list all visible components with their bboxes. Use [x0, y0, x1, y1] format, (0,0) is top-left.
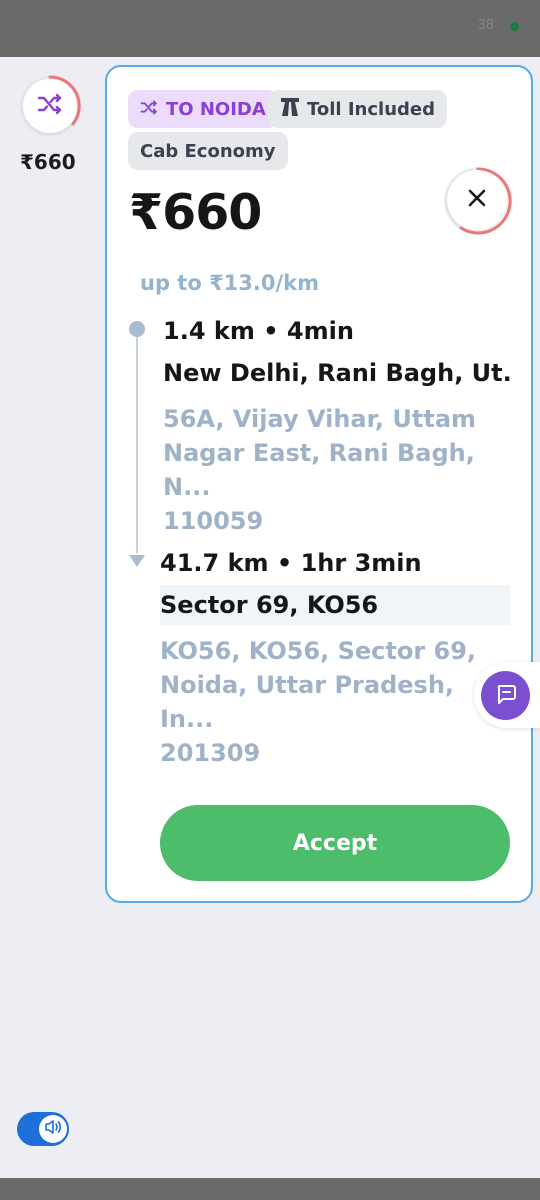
pickup-marker	[129, 321, 145, 337]
speaker-icon	[44, 1119, 62, 1139]
toll-chip: Toll Included	[268, 90, 448, 128]
route-line	[136, 333, 138, 553]
drop-address: KO56, KO56, Sector 69, Noida, Uttar Prad…	[160, 634, 510, 770]
destination-chip: TO NOIDA	[128, 90, 278, 128]
accept-button[interactable]: Accept	[160, 805, 510, 881]
drop-title: Sector 69, KO56	[160, 591, 379, 619]
shuffle-icon	[37, 93, 63, 119]
ride-request-card: TO NOIDA Toll Included Cab Economy ₹660 …	[105, 65, 533, 903]
status-bar: 38	[0, 0, 540, 57]
sound-toggle[interactable]	[17, 1112, 69, 1146]
drop-address-line: 201309	[160, 739, 261, 767]
pickup-distance-time: 1.4 km • 4min	[163, 317, 354, 345]
pickup-address-line: 110059	[163, 507, 264, 535]
pickup-address-line: Nagar East, Rani Bagh, N...	[163, 439, 475, 501]
status-dot	[510, 22, 519, 31]
category-chip: Cab Economy	[128, 132, 288, 170]
navigation-bar	[0, 1178, 540, 1200]
drop-distance-time: 41.7 km • 1hr 3min	[160, 549, 422, 577]
pickup-address: 56A, Vijay Vihar, Uttam Nagar East, Rani…	[163, 402, 513, 538]
chat-icon	[495, 683, 517, 709]
destination-chip-label: TO NOIDA	[166, 98, 266, 120]
close-button[interactable]	[447, 170, 507, 230]
highway-icon	[280, 97, 300, 122]
drop-marker	[129, 555, 145, 567]
per-km-rate: up to ₹13.0/km	[140, 271, 320, 295]
sound-toggle-knob	[39, 1115, 67, 1143]
pickup-title: New Delhi, Rani Bagh, Ut...	[163, 359, 513, 387]
drop-address-line: KO56, KO56, Sector 69,	[160, 637, 477, 665]
mini-ride-tile[interactable]	[23, 79, 77, 133]
drop-address-line: Noida, Uttar Pradesh, In...	[160, 671, 455, 733]
category-chip-label: Cab Economy	[140, 140, 276, 162]
mini-price: ₹660	[20, 150, 76, 174]
pickup-address-line: 56A, Vijay Vihar, Uttam	[163, 405, 477, 433]
close-icon	[468, 189, 486, 211]
accept-button-label: Accept	[292, 830, 378, 856]
shuffle-icon	[140, 99, 158, 120]
chat-button[interactable]	[481, 671, 530, 720]
status-indicator-text: 38	[477, 18, 494, 33]
toll-chip-label: Toll Included	[307, 98, 436, 120]
fare-price: ₹660	[129, 184, 262, 241]
